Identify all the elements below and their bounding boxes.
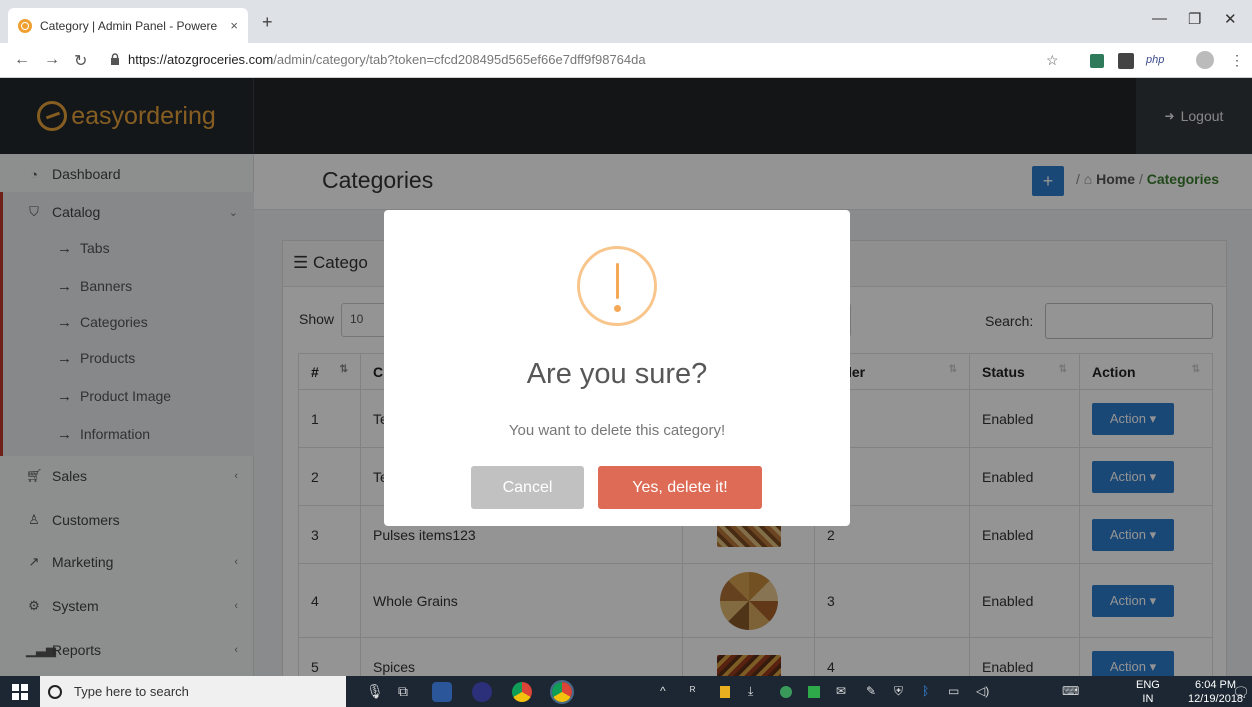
keyboard-icon[interactable]: ⌨ <box>1062 684 1079 698</box>
windows-taskbar: Type here to search 🎙︎ ⧉ ^ ᴿ ⤓ ✉ ✎ ⛨ ᛒ ▭… <box>0 676 1252 707</box>
word-app-icon[interactable] <box>432 682 452 702</box>
extension-icon[interactable] <box>1090 54 1104 68</box>
back-arrow-icon[interactable]: ← <box>14 51 30 69</box>
volume-icon[interactable]: ◁) <box>976 684 989 698</box>
people-icon[interactable]: ᴿ <box>690 684 695 698</box>
tray-app-icon[interactable] <box>808 686 820 698</box>
forward-arrow-icon[interactable]: → <box>44 51 60 69</box>
battery-icon[interactable]: ▭ <box>948 684 959 698</box>
windows-start-icon[interactable] <box>12 684 28 700</box>
close-window-icon[interactable]: ✕ <box>1224 10 1237 28</box>
confirm-delete-dialog: Are you sure? You want to delete this ca… <box>384 210 850 526</box>
microphone-icon[interactable]: 🎙︎ <box>366 683 384 700</box>
tray-app-icon[interactable] <box>780 686 792 698</box>
cancel-button[interactable]: Cancel <box>471 466 584 509</box>
task-view-icon[interactable]: ⧉ <box>398 683 408 700</box>
favicon-icon <box>18 18 32 33</box>
pen-icon[interactable]: ✎ <box>866 684 876 698</box>
dialog-title: Are you sure? <box>526 358 708 390</box>
warning-icon <box>577 246 657 326</box>
selenium-extension-icon[interactable] <box>1118 53 1134 69</box>
star-icon[interactable]: ☆ <box>1046 52 1059 69</box>
reload-icon[interactable]: ↻ <box>74 51 87 71</box>
browser-tab[interactable]: Category | Admin Panel - Powere × <box>8 8 248 43</box>
tray-app-icon[interactable] <box>720 686 730 698</box>
url-field[interactable]: https://atozgroceries.com/admin/category… <box>128 52 646 67</box>
chrome-app-icon-active[interactable] <box>550 680 574 704</box>
language-indicator[interactable]: ENG IN <box>1136 678 1160 706</box>
php-extension-icon[interactable]: php <box>1146 54 1164 66</box>
tab-title: Category | Admin Panel - Powere <box>40 18 218 33</box>
show-hidden-icons[interactable]: ^ <box>660 684 666 698</box>
cortana-icon <box>48 684 62 699</box>
new-tab-button[interactable]: + <box>262 12 273 33</box>
browser-tab-bar: Category | Admin Panel - Powere × + — ❐ … <box>0 0 1252 43</box>
address-bar: ← → ↻ https://atozgroceries.com/admin/ca… <box>0 43 1252 78</box>
profile-avatar-icon[interactable] <box>1196 51 1214 69</box>
download-icon[interactable]: ⤓ <box>748 684 753 699</box>
notifications-icon[interactable]: 🗨︎ <box>1232 684 1250 701</box>
tab-close-icon[interactable]: × <box>230 18 238 33</box>
chrome-app-icon[interactable] <box>512 682 532 702</box>
confirm-delete-button[interactable]: Yes, delete it! <box>598 466 762 509</box>
shield-icon[interactable]: ⛨ <box>894 684 903 699</box>
lock-icon <box>111 53 119 65</box>
chat-icon[interactable]: ✉ <box>836 684 846 698</box>
eclipse-app-icon[interactable] <box>472 682 492 702</box>
dialog-message: You want to delete this category! <box>508 422 726 439</box>
restore-icon[interactable]: ❐ <box>1188 10 1201 28</box>
bluetooth-icon[interactable]: ᛒ <box>922 684 929 698</box>
taskbar-search-box[interactable]: Type here to search <box>40 676 346 707</box>
minimize-icon[interactable]: — <box>1152 10 1167 27</box>
menu-kebab-icon[interactable]: ⋮ <box>1230 52 1244 69</box>
